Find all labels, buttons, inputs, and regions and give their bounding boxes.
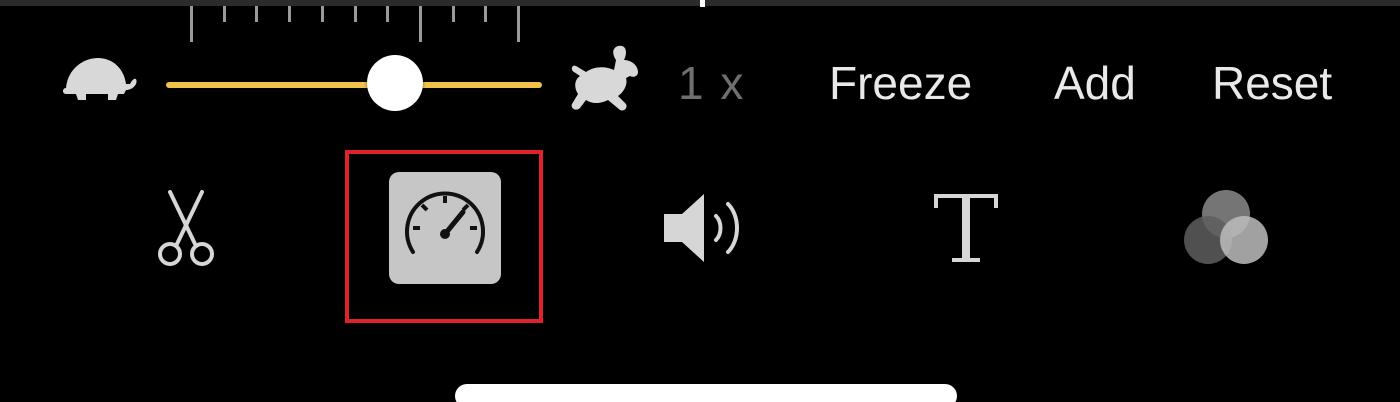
ruler-tick [419, 6, 422, 42]
add-button[interactable]: Add [1054, 56, 1136, 110]
playhead[interactable] [700, 0, 705, 7]
ruler-tick [354, 6, 357, 22]
filters-icon [1180, 190, 1272, 272]
reset-button[interactable]: Reset [1212, 56, 1332, 110]
ruler-tick [452, 6, 455, 22]
scissors-icon [150, 190, 222, 272]
hare-icon [568, 42, 644, 116]
ruler-tick [190, 6, 193, 42]
speed-ruler [190, 6, 520, 44]
speaker-icon [660, 194, 756, 272]
speed-slider-track[interactable] [166, 82, 542, 88]
ruler-tick [288, 6, 291, 22]
home-indicator[interactable] [455, 384, 957, 402]
tool-trim[interactable] [150, 188, 222, 268]
speed-value: 1 x [678, 57, 746, 109]
tool-titles[interactable] [928, 190, 1004, 266]
speed-bar: 1 x Freeze Add Reset [0, 40, 1400, 130]
ruler-tick [386, 6, 389, 22]
editing-toolbar [0, 150, 1400, 323]
title-text-icon [928, 194, 1004, 270]
tool-speed[interactable] [389, 172, 501, 284]
ruler-tick [223, 6, 226, 22]
speed-slider-thumb[interactable] [367, 55, 424, 111]
ruler-tick [255, 6, 258, 22]
ruler-tick [321, 6, 324, 22]
tool-speed-highlight[interactable] [345, 150, 543, 323]
turtle-icon [58, 54, 138, 106]
tool-audio[interactable] [660, 188, 756, 268]
tool-filters[interactable] [1180, 186, 1272, 268]
ruler-tick [517, 6, 520, 42]
freeze-button[interactable]: Freeze [829, 56, 972, 110]
ruler-tick [484, 6, 487, 22]
